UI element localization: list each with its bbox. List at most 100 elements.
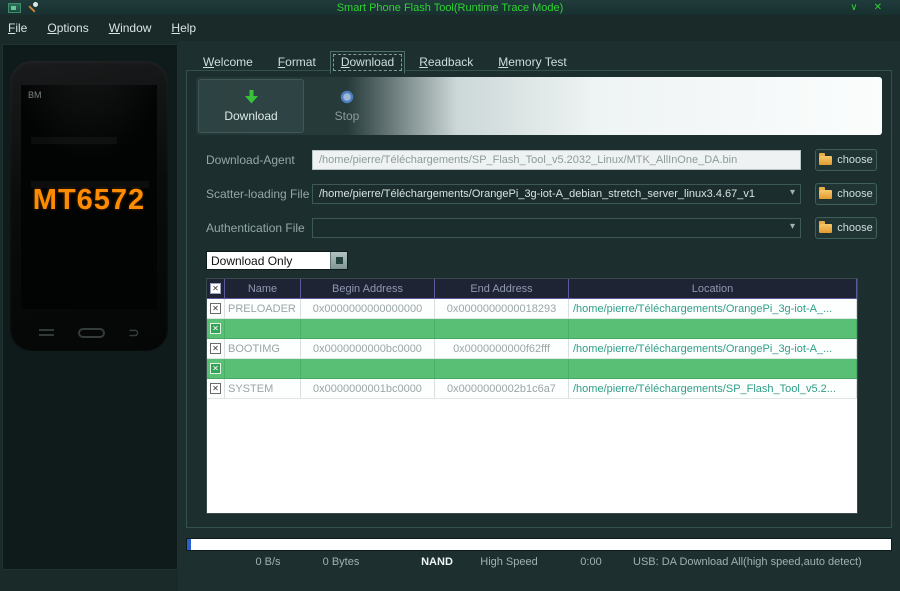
cell-begin-address: 0x0000000001bc0000 [301, 379, 435, 398]
titlebar-icons [8, 2, 39, 13]
progress-fill [187, 539, 191, 550]
auth-file-choose-button[interactable]: choose [815, 217, 877, 239]
tab-readback[interactable]: Readback [408, 51, 484, 74]
window-title: Smart Phone Flash Tool(Runtime Trace Mod… [0, 2, 900, 14]
status-bytes: 0 Bytes [306, 556, 376, 568]
folder-icon [819, 190, 832, 199]
table-row[interactable]: PRELOADER 0x0000000000000000 0x000000000… [207, 299, 857, 319]
download-agent-choose-button[interactable]: choose [815, 149, 877, 171]
scatter-file-combobox[interactable]: /home/pierre/Téléchargements/OrangePi_3g… [312, 184, 801, 204]
cell-location: /home/pierre/Téléchargements/OrangePi_3g… [569, 339, 857, 358]
tab-label: Download [341, 55, 394, 69]
cell-end-address [435, 319, 569, 338]
phone-home-button [78, 328, 105, 338]
cell-name: SYSTEM [225, 379, 301, 398]
row-checkbox[interactable] [207, 359, 225, 378]
cell-name: BOOTIMG [225, 339, 301, 358]
cell-location [569, 319, 857, 338]
menu-item-help[interactable]: Help [171, 21, 196, 35]
menu-item-options[interactable]: Options [47, 21, 88, 35]
window-controls: ∨ ✕ [850, 3, 892, 13]
tab-format[interactable]: Format [267, 51, 327, 74]
row-checkbox[interactable] [207, 299, 225, 318]
app-window: Smart Phone Flash Tool(Runtime Trace Mod… [0, 0, 900, 591]
table-row[interactable]: SYSTEM 0x0000000001bc0000 0x0000000002b1… [207, 379, 857, 399]
row-checkbox[interactable] [207, 319, 225, 338]
column-header-begin-address[interactable]: Begin Address [301, 279, 435, 298]
column-header-name[interactable]: Name [225, 279, 301, 298]
folder-icon [819, 156, 832, 165]
app-icon [8, 3, 21, 13]
tab-download[interactable]: Download [330, 51, 405, 74]
download-mode-dropdown-button[interactable] [330, 252, 347, 269]
table-row[interactable]: BOOTIMG 0x0000000000bc0000 0x0000000000f… [207, 339, 857, 359]
tab-memory-test[interactable]: Memory Test [487, 51, 577, 74]
tab-label: Format [278, 55, 316, 69]
download-agent-value: /home/pierre/Téléchargements/SP_Flash_To… [319, 154, 737, 166]
scatter-file-label: Scatter-loading File [206, 187, 312, 201]
menubar: File Options Window Help [0, 15, 900, 41]
tab-label: Memory Test [498, 55, 566, 69]
cell-end-address [435, 359, 569, 378]
stop-button-label: Stop [335, 109, 360, 123]
cell-begin-address: 0x0000000000bc0000 [301, 339, 435, 358]
cell-name [225, 359, 301, 378]
download-agent-field[interactable]: /home/pierre/Téléchargements/SP_Flash_To… [312, 150, 801, 170]
download-agent-row: Download-Agent /home/pierre/Téléchargeme… [206, 149, 877, 171]
phone-screen: BM MT6572 [21, 85, 157, 309]
column-header-end-address[interactable]: End Address [435, 279, 569, 298]
select-all-checkbox[interactable] [207, 279, 225, 298]
close-button[interactable]: ✕ [874, 3, 882, 13]
cell-location [569, 359, 857, 378]
phone-image: BM MT6572 [10, 61, 168, 351]
minimize-button[interactable]: ∨ [850, 3, 857, 13]
table-row[interactable] [207, 359, 857, 379]
status-storage-type: NAND [411, 556, 463, 568]
folder-icon [819, 224, 832, 233]
stop-button[interactable]: Stop [318, 79, 376, 133]
tab-label: Readback [419, 55, 473, 69]
status-usb-speed: High Speed [471, 556, 547, 568]
column-header-location[interactable]: Location [569, 279, 857, 298]
table-row[interactable] [207, 319, 857, 339]
status-speed: 0 B/s [238, 556, 298, 568]
chipset-label: MT6572 [21, 184, 157, 217]
cell-name [225, 319, 301, 338]
cell-location: /home/pierre/Téléchargements/SP_Flash_To… [569, 379, 857, 398]
scatter-file-row: Scatter-loading File /home/pierre/Téléch… [206, 183, 877, 205]
checkbox-icon [210, 343, 221, 354]
stop-icon [340, 90, 354, 104]
download-button-label: Download [224, 109, 277, 123]
tab-bar: Welcome Format Download Readback Memory … [192, 51, 581, 74]
choose-button-label: choose [837, 154, 872, 166]
row-checkbox[interactable] [207, 339, 225, 358]
ghost-text-line [31, 137, 117, 144]
cell-begin-address [301, 319, 435, 338]
auth-file-combobox[interactable] [312, 218, 801, 238]
download-button[interactable]: Download [198, 79, 304, 133]
carrier-label: BM [28, 90, 42, 100]
scatter-file-choose-button[interactable]: choose [815, 183, 877, 205]
table-header: Name Begin Address End Address Location [207, 279, 857, 299]
checkbox-icon [210, 323, 221, 334]
menu-item-window[interactable]: Window [109, 21, 152, 35]
menu-item-file[interactable]: File [8, 21, 27, 35]
download-mode-select[interactable]: Download Only [206, 251, 348, 270]
phone-back-icon [129, 326, 140, 339]
choose-button-label: choose [837, 222, 872, 234]
choose-button-label: choose [837, 188, 872, 200]
checkbox-icon [210, 383, 221, 394]
main-area: Welcome Format Download Readback Memory … [178, 41, 900, 591]
pin-icon [28, 2, 39, 13]
auth-file-row: Authentication File choose [206, 217, 877, 239]
tab-welcome[interactable]: Welcome [192, 51, 264, 74]
cell-end-address: 0x0000000000018293 [435, 299, 569, 318]
cell-begin-address [301, 359, 435, 378]
download-agent-label: Download-Agent [206, 153, 312, 167]
row-checkbox[interactable] [207, 379, 225, 398]
cell-end-address: 0x0000000002b1c6a7 [435, 379, 569, 398]
cell-location: /home/pierre/Téléchargements/OrangePi_3g… [569, 299, 857, 318]
chevron-down-icon [790, 188, 795, 198]
progress-bar [186, 538, 892, 551]
phone-menu-icon [39, 329, 54, 336]
